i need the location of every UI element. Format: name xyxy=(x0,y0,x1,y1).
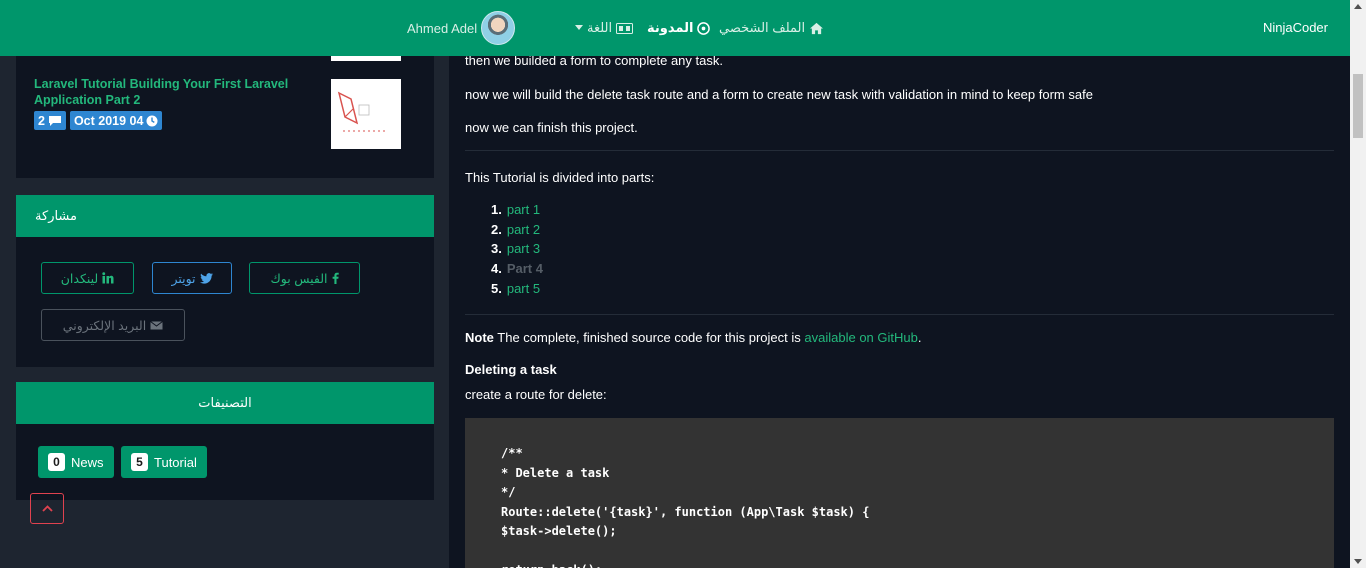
comment-icon xyxy=(48,115,61,126)
part-link[interactable]: part 1 xyxy=(507,202,540,217)
language-icon xyxy=(616,22,634,34)
clock-icon xyxy=(146,115,158,126)
divider xyxy=(465,150,1334,151)
note-paragraph: Note The complete, finished source code … xyxy=(465,330,921,345)
home-icon xyxy=(810,22,824,34)
category-name: Tutorial xyxy=(154,454,197,470)
nav-language-dropdown[interactable]: اللغة xyxy=(575,20,634,36)
note-label: Note xyxy=(465,330,494,345)
scroll-up-arrow-icon[interactable] xyxy=(1354,4,1362,9)
article-paragraph: now we will build the delete task route … xyxy=(465,87,1093,102)
avatar xyxy=(481,11,516,45)
note-text: The complete, finished source code for t… xyxy=(497,330,801,345)
back-to-top-button[interactable] xyxy=(30,493,64,524)
share-linkedin-button[interactable]: لينكدان xyxy=(41,262,134,294)
category-tutorial-button[interactable]: 5 Tutorial xyxy=(121,446,207,478)
scroll-down-arrow-icon[interactable] xyxy=(1354,559,1362,564)
article-content: then we builded a form to complete any t… xyxy=(449,0,1350,568)
category-count: 5 xyxy=(131,453,148,471)
laravel-logo-image xyxy=(337,91,387,132)
blog-icon xyxy=(697,21,711,35)
email-label: البريد الإلكتروني xyxy=(62,318,147,333)
post-meta: 2 Oct 2019 04 xyxy=(34,111,163,130)
category-name: News xyxy=(71,454,104,470)
user-name: Ahmed Adel xyxy=(407,20,478,36)
note-end: . xyxy=(917,330,922,345)
list-item: 1. part 1 xyxy=(491,200,543,220)
list-number: 1. xyxy=(491,202,502,218)
profile-label: الملف الشخصي xyxy=(719,20,806,35)
list-item: 4. Part 4 xyxy=(491,259,543,279)
nav-profile-link[interactable]: الملف الشخصي xyxy=(719,20,824,36)
list-item: 3. part 3 xyxy=(491,239,543,259)
post-title-link[interactable]: Laravel Tutorial Building Your First Lar… xyxy=(34,76,304,108)
category-count: 0 xyxy=(48,453,65,471)
list-item: 2. part 2 xyxy=(491,220,543,240)
github-link[interactable]: available on GitHub xyxy=(804,330,917,345)
categories-heading: التصنيفات xyxy=(198,395,252,410)
scrollbar-thumb[interactable] xyxy=(1353,74,1363,138)
comments-badge: 2 xyxy=(34,111,66,130)
current-part-label: Part 4 xyxy=(506,261,543,277)
list-number: 3. xyxy=(491,241,502,257)
part-link[interactable]: part 5 xyxy=(507,281,540,296)
categories-heading-bar: التصنيفات xyxy=(16,382,434,424)
email-icon xyxy=(150,320,163,329)
date-badge: Oct 2019 04 xyxy=(69,111,163,130)
list-number: 4. xyxy=(491,261,502,277)
twitter-label: تويتر xyxy=(171,271,196,286)
twitter-icon xyxy=(199,272,213,284)
recent-posts-panel: Laravel Tutorial Building Your First Lar… xyxy=(16,56,434,178)
article-paragraph: now we can finish this project. xyxy=(465,120,638,135)
category-news-button[interactable]: 0 News xyxy=(38,446,114,478)
page-scrollbar[interactable] xyxy=(1350,0,1366,568)
list-item: 5. part 5 xyxy=(491,278,543,298)
chevron-up-icon xyxy=(41,505,53,512)
top-navbar: NinjaCoder الملف الشخصي المدونة اللغة Ah… xyxy=(0,0,1350,56)
list-number: 2. xyxy=(491,221,502,237)
code-block: /** * Delete a task */ Route::delete('{t… xyxy=(465,418,1334,568)
part-link[interactable]: part 2 xyxy=(507,222,540,237)
linkedin-label: لينكدان xyxy=(60,271,99,286)
share-twitter-button[interactable]: تويتر xyxy=(152,262,232,294)
part-link[interactable]: part 3 xyxy=(507,241,540,256)
brand-logo[interactable]: NinjaCoder xyxy=(1263,20,1328,35)
list-number: 5. xyxy=(491,280,502,296)
previous-post-thumbnail xyxy=(331,56,401,61)
facebook-label: الفيس بوك xyxy=(270,271,328,286)
post-date: Oct 2019 04 xyxy=(73,113,144,128)
section-title: Deleting a task xyxy=(465,362,557,377)
nav-user-menu[interactable]: Ahmed Adel xyxy=(407,11,516,45)
parts-intro: This Tutorial is divided into parts: xyxy=(465,170,655,185)
share-facebook-button[interactable]: الفيس بوك xyxy=(249,262,360,294)
share-email-button[interactable]: البريد الإلكتروني xyxy=(41,309,185,341)
caret-down-icon xyxy=(575,25,583,30)
linkedin-icon xyxy=(102,272,114,284)
blog-label: المدونة xyxy=(647,20,694,35)
share-heading: مشاركة xyxy=(35,208,77,223)
comments-count: 2 xyxy=(38,113,45,128)
share-panel: مشاركة الفيس بوك تويتر لينكدان البريد ال… xyxy=(16,195,434,367)
post-thumbnail[interactable] xyxy=(331,79,401,149)
language-label: اللغة xyxy=(587,20,613,35)
divider xyxy=(465,314,1334,315)
nav-blog-link[interactable]: المدونة xyxy=(647,20,711,36)
categories-panel: التصنيفات 5 Tutorial 0 News xyxy=(16,382,434,500)
parts-list: 1. part 1 2. part 2 3. part 3 4. Part 4 5. pa… xyxy=(491,200,543,298)
share-heading-bar: مشاركة xyxy=(16,195,434,237)
section-subtitle: create a route for delete: xyxy=(465,387,607,402)
facebook-icon xyxy=(332,272,339,284)
